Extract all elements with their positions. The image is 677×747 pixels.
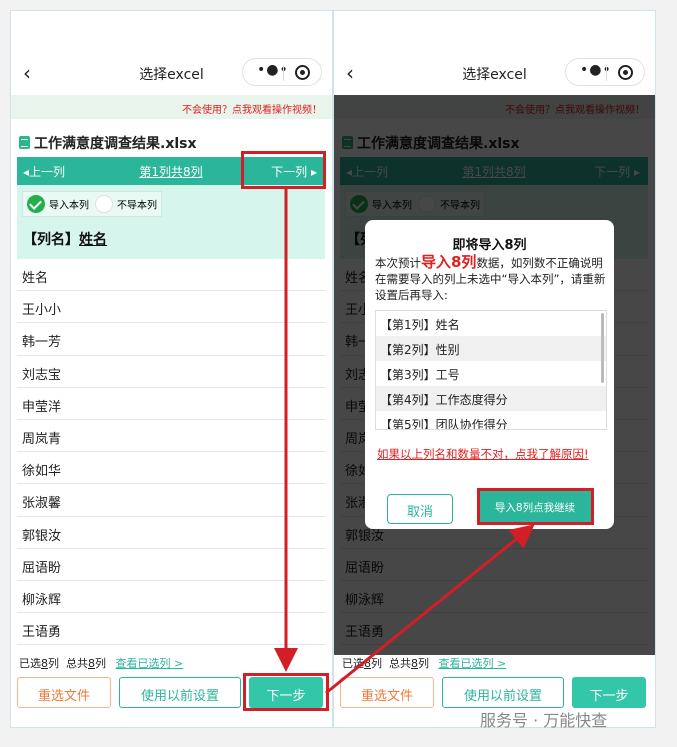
watermark: 服务号 · 万能快查 [480, 711, 608, 730]
annotation-arrows [274, 189, 535, 695]
arrow-to-dialog [325, 524, 535, 695]
